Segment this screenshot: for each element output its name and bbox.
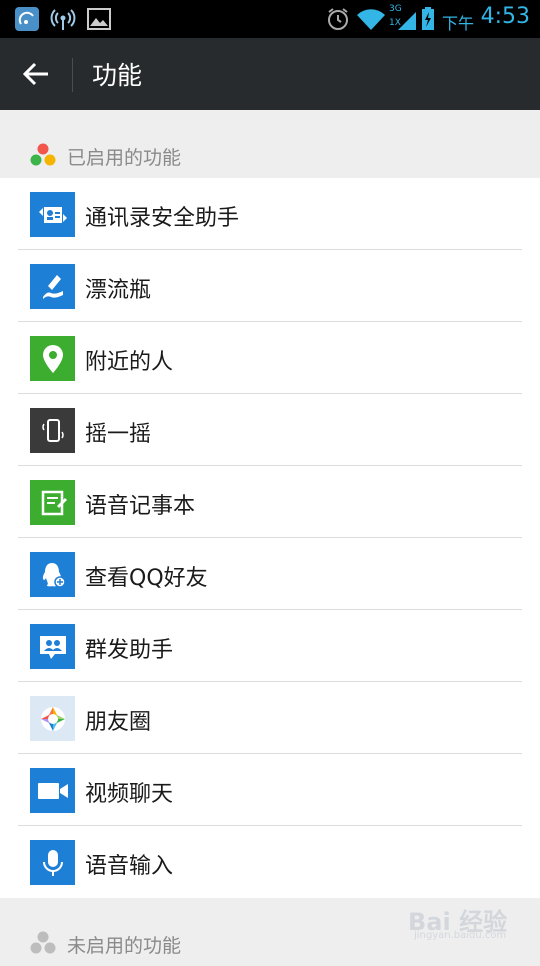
feature-item-video-chat[interactable]: 视频聊天 xyxy=(0,754,540,826)
feature-label: 语音记事本 xyxy=(85,494,196,519)
feature-item-drift-bottle[interactable]: 漂流瓶 xyxy=(0,250,540,322)
status-bar: 3G 1X 下午 4:53 xyxy=(0,0,540,38)
feature-item-moments[interactable]: 朋友圈 xyxy=(0,682,540,754)
alarm-clock-icon xyxy=(328,8,348,30)
action-bar-divider xyxy=(72,58,73,92)
feature-label: 语音输入 xyxy=(85,854,174,879)
enabled-section-label: 已启用的功能 xyxy=(67,147,182,169)
action-bar: 功能 xyxy=(0,38,540,110)
status-time: 4:53 xyxy=(480,4,530,29)
feature-label: 群发助手 xyxy=(85,638,174,663)
qq-friends-icon xyxy=(30,552,75,597)
back-button[interactable] xyxy=(14,54,58,94)
feature-label: 漂流瓶 xyxy=(85,278,152,303)
status-ampm: 下午 xyxy=(441,14,474,33)
voice-notepad-icon xyxy=(30,480,75,525)
feature-item-voice-notepad[interactable]: 语音记事本 xyxy=(0,466,540,538)
feature-item-contacts-security[interactable]: 通讯录安全助手 xyxy=(0,178,540,250)
enabled-section-header: 已启用的功能 xyxy=(0,110,540,178)
colored-dots-icon xyxy=(30,143,56,166)
feature-item-people-nearby[interactable]: 附近的人 xyxy=(0,322,540,394)
cell-signal-icon xyxy=(398,12,416,30)
wireless-signal-icon xyxy=(50,9,76,30)
watermark-sub: jingyan.baidu.com xyxy=(414,930,507,941)
feature-item-qq-friends[interactable]: 查看QQ好友 xyxy=(0,538,540,610)
feature-label: 附近的人 xyxy=(85,350,174,375)
location-pin-icon xyxy=(30,336,75,381)
page-title: 功能 xyxy=(92,61,143,90)
baidu-watermark: Bai 经验 jingyan.baidu.com xyxy=(408,898,518,948)
disabled-section-label: 未启用的功能 xyxy=(67,935,182,957)
moments-icon xyxy=(30,696,75,741)
wifi-icon xyxy=(357,9,385,31)
contacts-sync-icon xyxy=(30,192,75,237)
feature-label: 视频聊天 xyxy=(85,782,174,807)
enabled-feature-list: 通讯录安全助手 漂流瓶 附近的人 摇一摇 语音记事本 查看QQ好友 群发助手 朋… xyxy=(0,178,540,898)
microphone-icon xyxy=(30,840,75,885)
feature-item-broadcast[interactable]: 群发助手 xyxy=(0,610,540,682)
shake-phone-icon xyxy=(30,408,75,453)
battery-charging-icon xyxy=(422,7,434,30)
feature-item-voice-input[interactable]: 语音输入 xyxy=(0,826,540,898)
feature-item-shake[interactable]: 摇一摇 xyxy=(0,394,540,466)
video-camera-icon xyxy=(30,768,75,813)
feature-label: 朋友圈 xyxy=(85,710,152,735)
feature-label: 查看QQ好友 xyxy=(85,566,208,591)
broadcast-icon xyxy=(30,624,75,669)
feature-label: 摇一摇 xyxy=(85,422,152,447)
feature-label: 通讯录安全助手 xyxy=(85,206,240,231)
image-notification-icon xyxy=(87,8,111,30)
drift-bottle-icon xyxy=(30,264,75,309)
app-notification-icon xyxy=(15,7,39,31)
gray-dots-icon xyxy=(30,931,56,954)
back-arrow-icon xyxy=(22,62,48,86)
